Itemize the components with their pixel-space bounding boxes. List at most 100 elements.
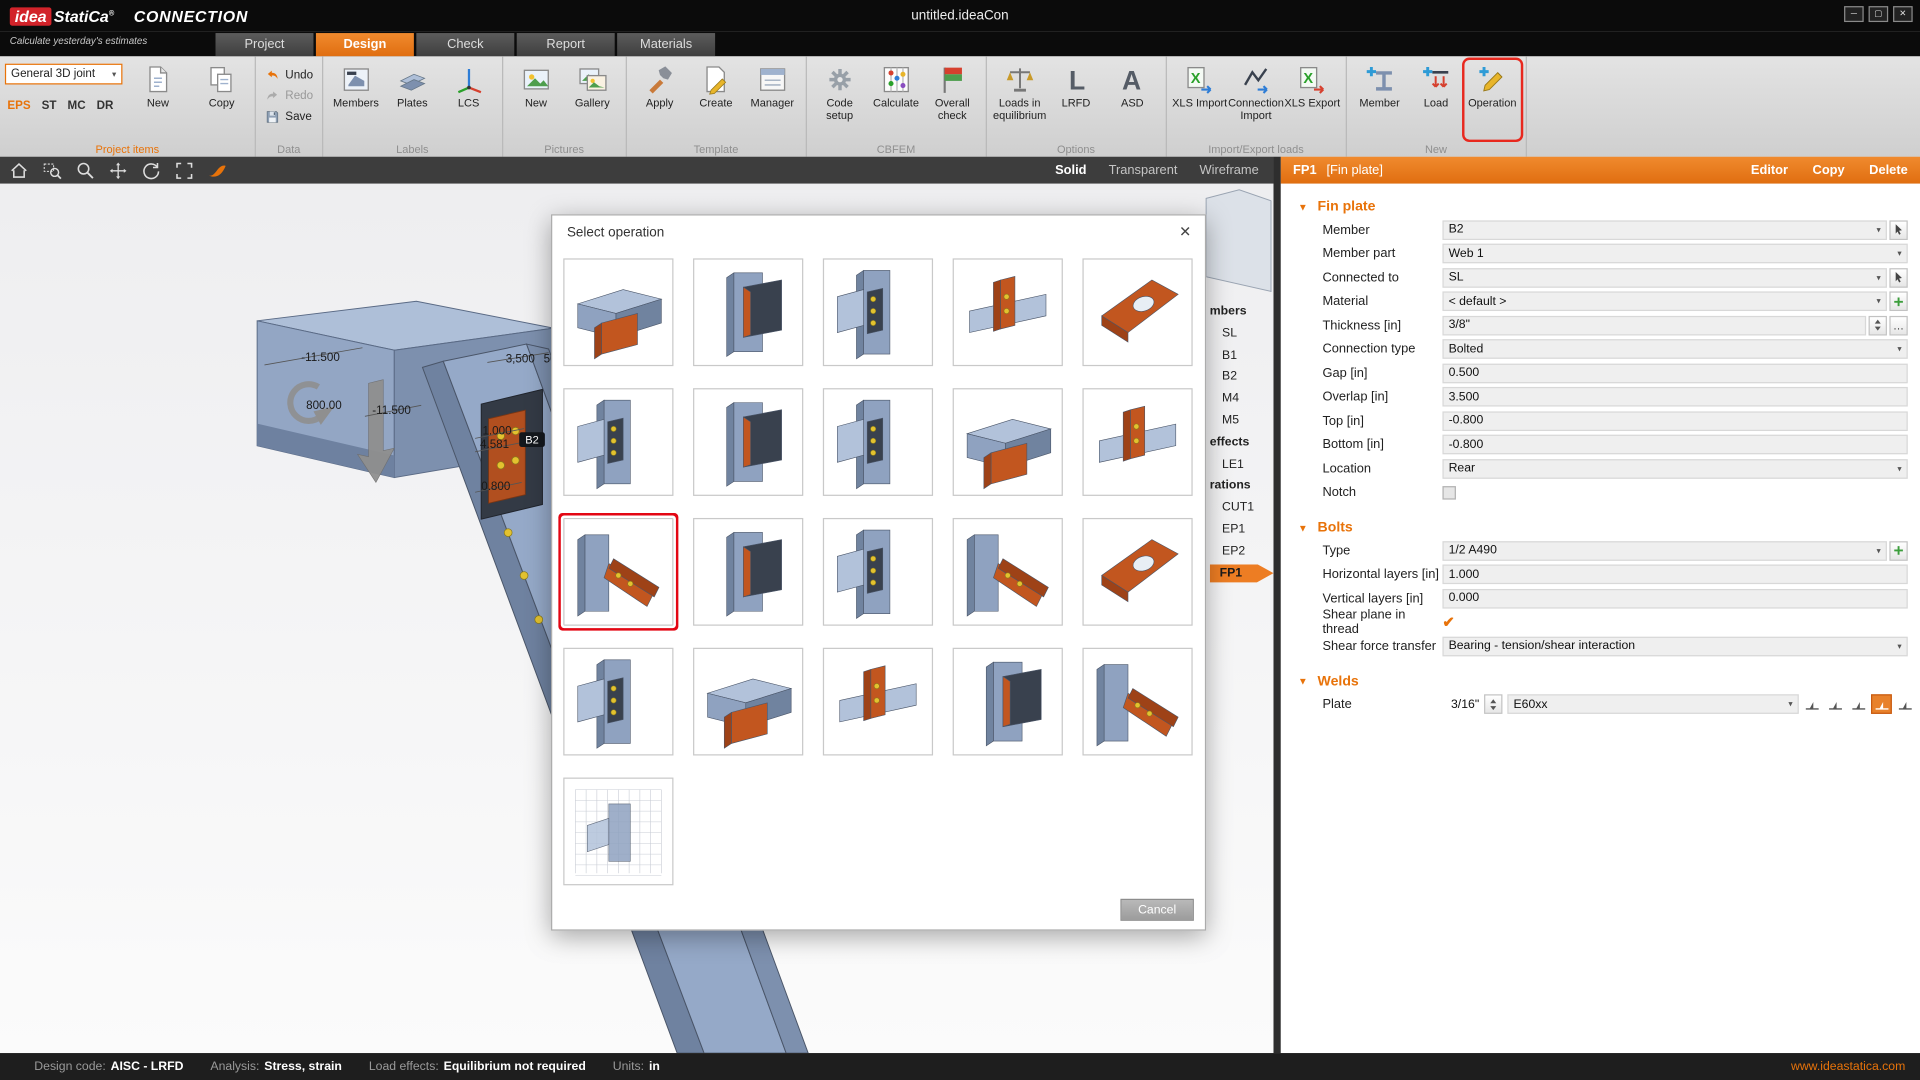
stepper-buttons[interactable] (1869, 316, 1887, 336)
operation-thumbnail-10[interactable] (563, 518, 673, 626)
connection-import-button[interactable]: Connection Import (1228, 60, 1284, 140)
website-link[interactable]: www.ideastatica.com (1791, 1060, 1905, 1073)
redo-button[interactable]: Redo (261, 86, 317, 106)
close-button[interactable]: ✕ (1893, 6, 1913, 22)
fit-icon[interactable] (174, 160, 198, 181)
operation-thumbnail-5[interactable] (563, 388, 673, 496)
home-icon[interactable] (9, 160, 33, 181)
bottom-in-input[interactable]: -0.800 (1442, 435, 1907, 455)
zoom-window-icon[interactable] (42, 160, 66, 181)
operation-button[interactable]: Operation (1464, 60, 1520, 140)
connection-type-select[interactable]: Bolted▾ (1442, 339, 1907, 359)
section-header-bolts[interactable]: ▼Bolts (1281, 517, 1920, 539)
weld-thickness-value[interactable]: 3/16" (1442, 698, 1479, 711)
operation-thumbnail-14[interactable] (1082, 518, 1192, 626)
operation-thumbnail-20[interactable] (563, 778, 673, 886)
tree-item-mbers[interactable]: mbers (1210, 301, 1276, 323)
xls-export-button[interactable]: XXLS Export (1284, 60, 1340, 140)
lcs-button[interactable]: LCS (440, 60, 496, 140)
mode-st[interactable]: ST (42, 99, 57, 112)
tab-report[interactable]: Report (517, 33, 615, 56)
operation-thumbnail-8[interactable] (953, 388, 1063, 496)
horizontal-layers-in-input[interactable]: 1.000 (1442, 565, 1907, 585)
gap-in-input[interactable]: 0.500 (1442, 363, 1907, 383)
section-header-fin-plate[interactable]: ▼Fin plate (1281, 196, 1920, 218)
overlap-in-input[interactable]: 3.500 (1442, 387, 1907, 407)
rotate-icon[interactable] (141, 160, 165, 181)
maximize-button[interactable]: ▢ (1869, 6, 1889, 22)
view-mode-transparent[interactable]: Transparent (1109, 163, 1178, 178)
tree-item-m5[interactable]: M5 (1210, 410, 1276, 432)
tab-materials[interactable]: Materials (617, 33, 715, 56)
create-button[interactable]: Create (688, 60, 744, 140)
member-select[interactable]: B2▾ (1442, 220, 1886, 240)
operation-thumbnail-19[interactable] (1082, 648, 1192, 756)
zoom-icon[interactable] (75, 160, 99, 181)
measure-icon[interactable] (207, 160, 231, 181)
asd-button[interactable]: AASD (1104, 60, 1160, 140)
operation-thumbnail-6[interactable] (693, 388, 803, 496)
shear-force-transfer-select[interactable]: Bearing - tension/shear interaction▾ (1442, 636, 1907, 656)
tree-item-effects[interactable]: effects (1210, 432, 1276, 454)
electrode-select[interactable]: E60xx▾ (1507, 695, 1798, 715)
more-options-button[interactable]: … (1889, 316, 1907, 336)
view-mode-solid[interactable]: Solid (1055, 163, 1086, 178)
member-part-select[interactable]: Web 1▾ (1442, 244, 1907, 264)
code-setup-button[interactable]: Code setup (811, 60, 867, 140)
apply-button[interactable]: Apply (631, 60, 687, 140)
tree-item-cut1[interactable]: CUT1 (1210, 497, 1276, 519)
tree-item-le1[interactable]: LE1 (1210, 454, 1276, 476)
operation-thumbnail-3[interactable] (953, 258, 1063, 366)
tree-item-sl[interactable]: SL (1210, 323, 1276, 345)
members-button[interactable]: Members (328, 60, 384, 140)
undo-button[interactable]: Undo (261, 65, 317, 85)
operation-thumbnail-13[interactable] (953, 518, 1063, 626)
operation-thumbnail-1[interactable] (693, 258, 803, 366)
shear-plane-in-thread-checkbox[interactable]: ✔ (1442, 614, 1454, 631)
operation-thumbnail-4[interactable] (1082, 258, 1192, 366)
operation-thumbnail-18[interactable] (953, 648, 1063, 756)
load-button[interactable]: Load (1408, 60, 1464, 140)
pan-icon[interactable] (108, 160, 132, 181)
operation-thumbnail-16[interactable] (693, 648, 803, 756)
plates-button[interactable]: Plates (384, 60, 440, 140)
member-button[interactable]: Member (1351, 60, 1407, 140)
delete-action[interactable]: Delete (1869, 163, 1908, 178)
pick-in-scene-button[interactable] (1889, 220, 1907, 240)
weld-type-2-button[interactable] (1848, 695, 1869, 715)
close-icon[interactable]: ✕ (1179, 223, 1191, 240)
pick-in-scene-button[interactable] (1889, 268, 1907, 288)
calculate-button[interactable]: Calculate (868, 60, 924, 140)
new-button[interactable]: New (130, 60, 186, 113)
location-select[interactable]: Rear▾ (1442, 459, 1907, 479)
weld-type-0-button[interactable] (1801, 695, 1822, 715)
operation-thumbnail-2[interactable] (823, 258, 933, 366)
tab-design[interactable]: Design (316, 33, 414, 56)
operation-thumbnail-11[interactable] (693, 518, 803, 626)
stepper-buttons[interactable] (1484, 695, 1502, 715)
manager-button[interactable]: Manager (744, 60, 800, 140)
add-new-button[interactable] (1889, 292, 1907, 312)
operation-thumbnail-15[interactable] (563, 648, 673, 756)
tree-item-rations[interactable]: rations (1210, 476, 1276, 498)
tree-item-ep2[interactable]: EP2 (1210, 541, 1276, 563)
add-new-button[interactable] (1889, 541, 1907, 561)
overall-check-button[interactable]: Overall check (924, 60, 980, 140)
mode-dr[interactable]: DR (97, 99, 114, 112)
lrfd-button[interactable]: LLRFD (1048, 60, 1104, 140)
view-mode-wireframe[interactable]: Wireframe (1199, 163, 1258, 178)
operation-thumbnail-17[interactable] (823, 648, 933, 756)
tree-item-b2[interactable]: B2 (1210, 367, 1276, 389)
notch-checkbox[interactable] (1442, 486, 1455, 499)
connected-to-select[interactable]: SL▾ (1442, 268, 1886, 288)
joint-type-dropdown[interactable]: General 3D joint▾ (5, 64, 123, 85)
copy-action[interactable]: Copy (1813, 163, 1845, 178)
save-button[interactable]: Save (261, 107, 317, 127)
section-header-welds[interactable]: ▼Welds (1281, 670, 1920, 692)
mode-eps[interactable]: EPS (7, 99, 30, 112)
copy-button[interactable]: Copy (193, 60, 249, 113)
weld-type-4-button[interactable] (1894, 695, 1915, 715)
weld-type-3-button[interactable] (1871, 695, 1892, 715)
material-select[interactable]: < default >▾ (1442, 292, 1886, 312)
cancel-button[interactable]: Cancel (1120, 899, 1193, 921)
